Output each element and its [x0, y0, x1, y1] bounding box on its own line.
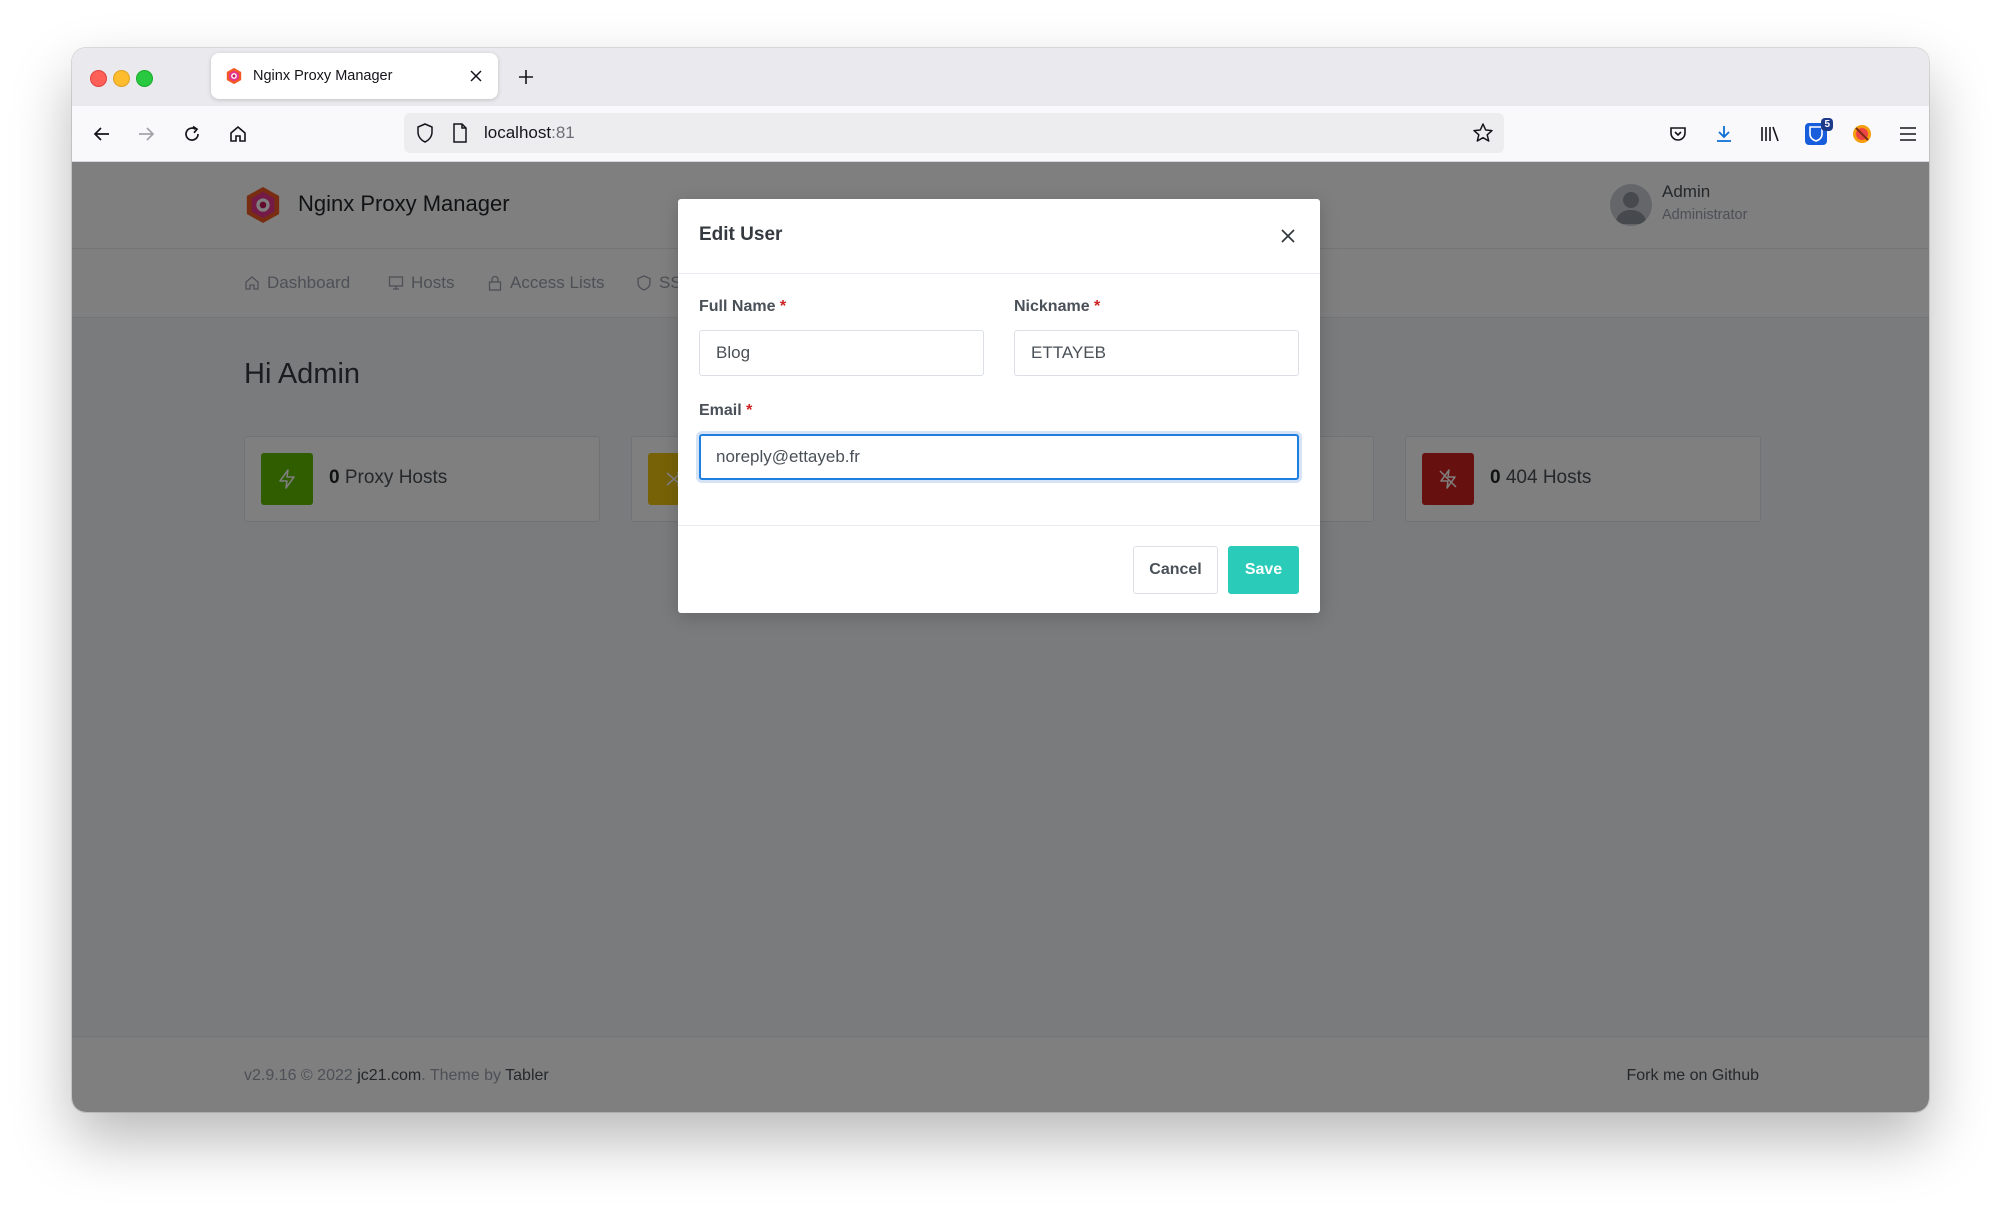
full-name-field[interactable]: [699, 330, 984, 376]
browser-toolbar: localhost:81 5: [72, 106, 1929, 162]
full-name-label: Full Name *: [699, 298, 786, 316]
browser-window: Nginx Proxy Manager localhost:81 5 Edit …: [72, 48, 1929, 1112]
forward-arrow-icon[interactable]: [130, 118, 162, 150]
tab-title: Nginx Proxy Manager: [253, 68, 393, 84]
nickname-label-text: Nickname: [1014, 298, 1090, 315]
bitwarden-extension-icon[interactable]: 5: [1800, 118, 1833, 150]
nickname-label: Nickname *: [1014, 298, 1100, 316]
required-mark: *: [746, 402, 753, 419]
cancel-button[interactable]: Cancel: [1133, 546, 1218, 594]
browser-titlebar: Nginx Proxy Manager: [72, 48, 1929, 106]
url-bar[interactable]: localhost:81: [404, 113, 1504, 153]
bookmark-star-icon[interactable]: [1472, 122, 1494, 149]
download-icon[interactable]: [1708, 118, 1740, 150]
modal-title: Edit User: [699, 224, 783, 245]
reload-icon[interactable]: [176, 118, 208, 150]
nginx-favicon-icon: [226, 67, 242, 85]
page-info-icon[interactable]: [452, 123, 468, 148]
home-icon[interactable]: [222, 118, 254, 150]
pocket-icon[interactable]: [1662, 118, 1694, 150]
required-mark: *: [1094, 298, 1101, 315]
back-arrow-icon[interactable]: [86, 118, 118, 150]
url-port: :81: [551, 123, 575, 142]
tab-close-icon[interactable]: [462, 62, 490, 90]
new-tab-icon[interactable]: [512, 63, 540, 91]
close-icon[interactable]: [1276, 224, 1300, 248]
url-text: localhost:81: [484, 123, 575, 143]
maximize-window-button[interactable]: [136, 70, 153, 87]
modal-footer: Cancel Save: [678, 525, 1320, 614]
modal-header: Edit User: [678, 199, 1320, 274]
library-icon[interactable]: [1754, 118, 1786, 150]
hamburger-menu-icon[interactable]: [1892, 118, 1924, 150]
save-button[interactable]: Save: [1228, 546, 1299, 594]
nickname-field[interactable]: [1014, 330, 1299, 376]
email-label: Email *: [699, 402, 752, 420]
blocker-extension-icon[interactable]: [1846, 118, 1878, 150]
edit-user-modal: Edit User Full Name * Nickname * Email *…: [678, 199, 1320, 613]
page-viewport: Nginx Proxy Manager Admin Administrator …: [72, 162, 1929, 1112]
url-host: localhost: [484, 123, 552, 142]
browser-tab[interactable]: Nginx Proxy Manager: [211, 53, 498, 99]
email-field[interactable]: [699, 434, 1299, 480]
required-mark: *: [779, 298, 787, 315]
close-window-button[interactable]: [90, 70, 107, 87]
email-label-text: Email: [699, 402, 742, 419]
extension-badge: 5: [1821, 118, 1833, 131]
minimize-window-button[interactable]: [113, 70, 130, 87]
full-name-label-text: Full Name: [699, 298, 776, 315]
shield-icon[interactable]: [416, 123, 434, 148]
